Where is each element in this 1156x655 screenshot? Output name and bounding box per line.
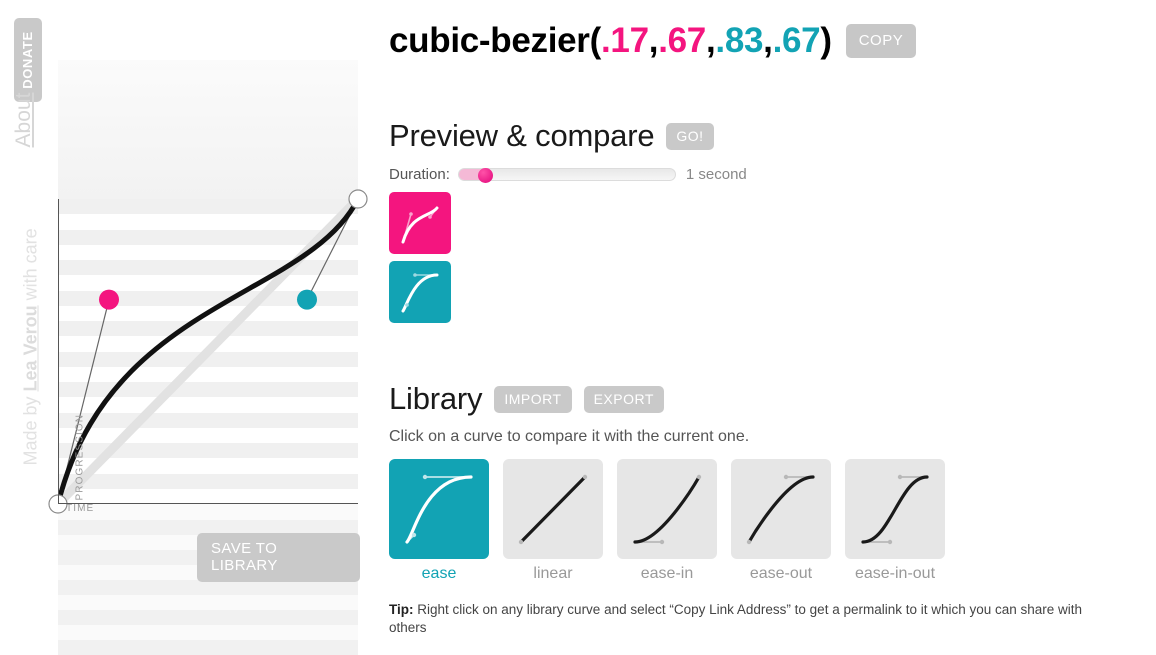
main-column: cubic-bezier(.17,.67,.83,.67) COPY Previ…: [389, 0, 1149, 650]
library-item-ease-in[interactable]: ease-in: [617, 459, 717, 583]
param-p2x: .83: [715, 21, 764, 60]
library-heading: Library: [389, 381, 483, 416]
credit-text: Made by Lea Verou with care: [20, 228, 42, 466]
go-button[interactable]: GO!: [666, 122, 714, 150]
preview-heading: Preview & compare: [389, 118, 655, 153]
swatch-handle-dot-1: [405, 303, 409, 307]
preview-swatch-current[interactable]: [389, 192, 451, 254]
curve-overflow-top: [58, 60, 358, 200]
duration-row: Duration: 1 second: [389, 166, 747, 183]
lib-curve-path: [519, 475, 587, 544]
lib-handle-dot-2: [582, 474, 588, 480]
lib-handle-dot-1: [659, 539, 665, 545]
param-p1y: .67: [658, 21, 706, 60]
y-axis-label: PROGRESSION: [74, 413, 86, 501]
preview-section: Preview & compare GO! Duration: 1 second: [389, 118, 747, 183]
lib-handle-dot-1: [887, 539, 893, 545]
credit-prefix: Made by: [20, 391, 41, 466]
left-sidebar: DONATE About Made by Lea Verou with care: [0, 0, 58, 650]
preview-swatches: [389, 192, 451, 330]
endpoint-end-handle[interactable]: [348, 189, 368, 209]
library-heading-row: Library IMPORT EXPORT: [389, 381, 749, 417]
library-item-ease-out[interactable]: ease-out: [731, 459, 831, 583]
close-paren: ): [820, 21, 832, 60]
lib-curve-path: [633, 475, 701, 544]
curve-canvas[interactable]: [48, 189, 368, 514]
library-item-label: ease: [421, 565, 457, 582]
swatch-handle-dot-2: [413, 273, 417, 277]
library-item-label: ease-in: [640, 565, 694, 582]
library-item-label: linear: [533, 565, 573, 582]
library-thumb-ease-in[interactable]: [617, 459, 717, 559]
credit-suffix: with care: [20, 228, 41, 306]
lib-handle-dot-2: [422, 474, 428, 480]
lib-handle-dot-2: [696, 474, 702, 480]
param-p2y: .67: [772, 21, 821, 60]
preview-swatch-compare[interactable]: [389, 261, 451, 323]
bezier-curve-svg: [48, 189, 368, 514]
x-axis-label: TIME: [66, 503, 95, 514]
library-thumb-linear[interactable]: [503, 459, 603, 559]
lib-curve-path: [747, 475, 815, 544]
credit-author-link[interactable]: Lea Verou: [21, 305, 41, 391]
library-item-linear[interactable]: linear: [503, 459, 603, 583]
library-list: ease linear ease-in ease-out ease-in-out: [389, 459, 959, 583]
duration-slider[interactable]: [457, 167, 676, 183]
function-name: cubic-bezier(: [389, 21, 601, 60]
swatch-handle-dot-1: [409, 212, 413, 216]
duration-value: 1 second: [685, 166, 747, 183]
control-point-p2-handle[interactable]: [297, 289, 317, 310]
lib-curve-path: [405, 475, 473, 544]
library-item-ease-in-out[interactable]: ease-in-out: [845, 459, 945, 583]
save-to-library-button[interactable]: SAVE TO LIBRARY: [197, 533, 360, 582]
control-point-p1-handle[interactable]: [99, 289, 119, 310]
lib-handle-dot-2: [897, 474, 903, 480]
lib-handle-dot-1: [746, 539, 752, 545]
tip-text: Tip: Right click on any library curve an…: [389, 601, 1089, 637]
param-p1x: .17: [600, 21, 649, 60]
swatch-handle-dot-2: [428, 215, 432, 219]
y-axis-line: [58, 199, 59, 504]
lib-curve-path: [861, 475, 929, 544]
curve-editor-panel: PROGRESSION TIME SAVE TO LIBRARY: [48, 0, 368, 655]
export-button[interactable]: EXPORT: [583, 385, 664, 413]
duration-label: Duration:: [389, 166, 450, 183]
about-link[interactable]: About: [12, 89, 36, 151]
separator-1: ,: [648, 21, 659, 60]
separator-3: ,: [763, 21, 773, 60]
library-item-label: ease-in-out: [854, 565, 936, 582]
library-section: Library IMPORT EXPORT Click on a curve t…: [389, 381, 749, 446]
library-hint: Click on a curve to compare it with the …: [389, 428, 750, 445]
library-item-label: ease-out: [749, 565, 813, 582]
title-row: cubic-bezier(.17,.67,.83,.67) COPY: [389, 21, 917, 61]
library-item-ease[interactable]: ease: [389, 459, 489, 583]
reference-line: [53, 194, 363, 509]
library-thumb-ease-in-out[interactable]: [845, 459, 945, 559]
tip-body: Right click on any library curve and sel…: [389, 602, 1083, 635]
preview-heading-row: Preview & compare GO!: [389, 118, 747, 154]
library-thumb-ease[interactable]: [389, 459, 489, 559]
x-axis-line: [58, 503, 358, 504]
lib-handle-dot-1: [411, 532, 417, 538]
page-title: cubic-bezier(.17,.67,.83,.67): [389, 21, 832, 61]
duration-slider-thumb[interactable]: [477, 167, 493, 183]
lib-handle-dot-1: [518, 539, 524, 545]
tip-label: Tip:: [389, 602, 414, 617]
import-button[interactable]: IMPORT: [494, 385, 572, 413]
lib-handle-dot-2: [783, 474, 789, 480]
copy-button[interactable]: COPY: [845, 24, 917, 58]
separator-2: ,: [705, 21, 716, 60]
library-thumb-ease-out[interactable]: [731, 459, 831, 559]
